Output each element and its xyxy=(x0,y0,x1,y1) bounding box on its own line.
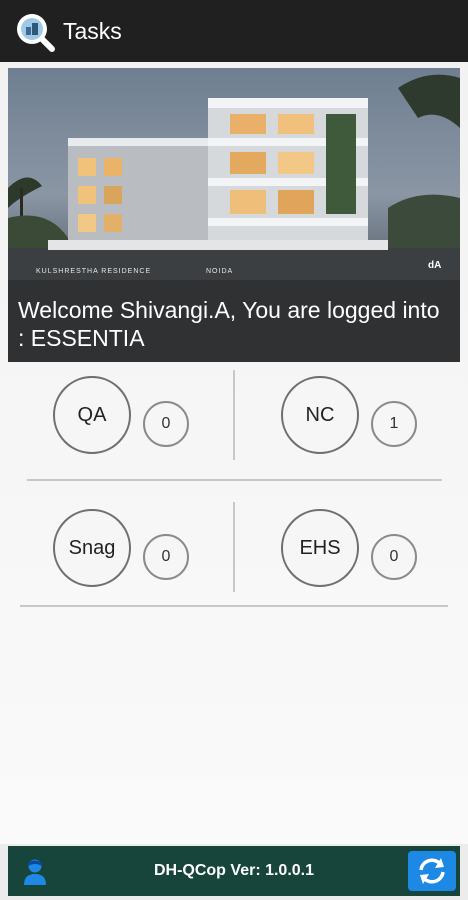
banner-logo-text: dA xyxy=(428,260,441,271)
ehs-count-badge: 0 xyxy=(371,534,417,580)
nc-count: 1 xyxy=(389,415,399,432)
divider-horizontal-middle xyxy=(27,479,442,481)
footer-bar: DH-QCop Ver: 1.0.0.1 xyxy=(8,846,460,896)
snag-count: 0 xyxy=(161,548,171,565)
ehs-button[interactable]: EHS xyxy=(281,509,359,587)
app-bar: Tasks xyxy=(0,0,468,62)
ehs-count: 0 xyxy=(389,548,399,565)
qa-button[interactable]: QA xyxy=(53,376,131,454)
ehs-label: EHS xyxy=(299,536,341,559)
nc-label: NC xyxy=(305,403,335,426)
qa-count: 0 xyxy=(161,415,171,432)
app-version: DH-QCop Ver: 1.0.0.1 xyxy=(153,862,315,879)
user-icon[interactable] xyxy=(22,858,48,886)
nc-count-badge: 1 xyxy=(371,401,417,447)
banner-caption-right: NOIDA xyxy=(206,268,233,275)
banner-caption-left: KULSHRESTHA RESIDENCE xyxy=(36,268,151,275)
nc-button[interactable]: NC xyxy=(281,376,359,454)
welcome-message: Welcome Shivangi.A, You are logged into … xyxy=(8,280,460,362)
qa-label: QA xyxy=(77,403,107,426)
divider-horizontal-bottom xyxy=(20,605,448,607)
snag-button[interactable]: Snag xyxy=(53,509,131,587)
snag-count-badge: 0 xyxy=(143,534,189,580)
main-content: KULSHRESTHA RESIDENCE NOIDA dA Welcome S… xyxy=(0,62,468,844)
magnifier-logo-icon[interactable] xyxy=(14,11,56,53)
snag-label: Snag xyxy=(68,536,116,559)
refresh-icon xyxy=(419,858,445,884)
page-title: Tasks xyxy=(63,18,122,44)
project-banner: KULSHRESTHA RESIDENCE NOIDA dA Welcome S… xyxy=(8,68,460,362)
divider-vertical-top xyxy=(233,370,235,460)
qa-count-badge: 0 xyxy=(143,401,189,447)
divider-vertical-bottom xyxy=(233,502,235,592)
refresh-button[interactable] xyxy=(408,851,456,891)
